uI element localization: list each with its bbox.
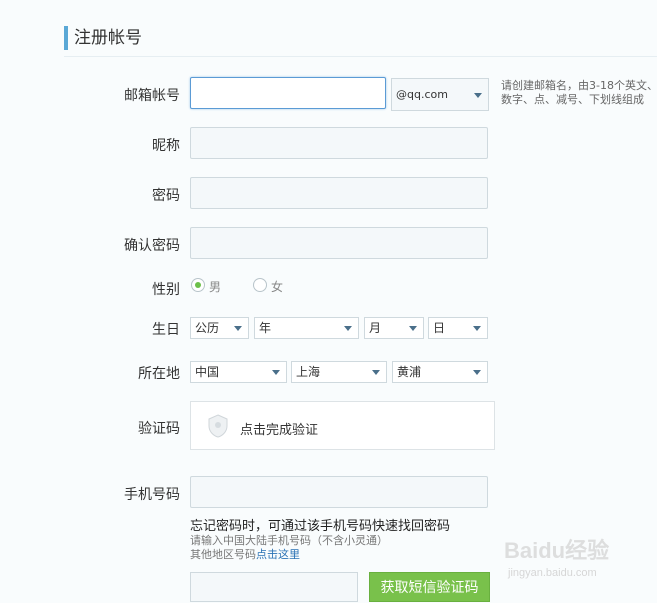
country-value: 中国: [195, 365, 220, 379]
page-title: 注册帐号: [64, 26, 142, 50]
day-value: 日: [433, 321, 446, 335]
phone-subhint-line1: 请输入中国大陆手机号码（不含小灵通）: [190, 534, 388, 547]
country-select[interactable]: 中国: [190, 361, 287, 383]
calendar-select[interactable]: 公历: [190, 317, 249, 339]
nickname-input[interactable]: [190, 127, 488, 159]
chevron-down-icon: [473, 326, 481, 331]
watermark-logo-text: Baidu经验: [504, 538, 609, 563]
phone-subhint-prefix: 其他地区号码: [190, 548, 256, 561]
captcha-box[interactable]: 点击完成验证: [190, 401, 495, 450]
email-domain-select[interactable]: @qq.com: [391, 78, 489, 111]
chevron-down-icon: [344, 326, 352, 331]
gender-radio-male[interactable]: [191, 278, 205, 292]
captcha-text: 点击完成验证: [240, 423, 319, 438]
baidu-jingyan-watermark: Baidu经验 jingyan.baidu.com: [504, 538, 609, 579]
gender-label: 性别: [152, 282, 180, 298]
other-region-link[interactable]: 点击这里: [256, 548, 300, 561]
email-tip: 请创建邮箱名，由3-18个英文、数字、点、减号、下划线组成: [501, 79, 657, 106]
email-label: 邮箱帐号: [124, 88, 180, 104]
watermark-url-text: jingyan.baidu.com: [507, 567, 597, 579]
phone-input[interactable]: [190, 476, 488, 508]
province-value: 上海: [296, 365, 321, 379]
shield-icon: [208, 414, 228, 438]
chevron-down-icon: [474, 93, 482, 98]
password-input[interactable]: [190, 177, 488, 209]
confirm-password-label: 确认密码: [124, 238, 180, 254]
day-select[interactable]: 日: [428, 317, 488, 339]
chevron-down-icon: [372, 370, 380, 375]
phone-subhint-line2: 其他地区号码点击这里: [190, 548, 388, 562]
chevron-down-icon: [234, 326, 242, 331]
month-value: 月: [369, 321, 382, 335]
month-select[interactable]: 月: [364, 317, 424, 339]
page-title-text: 注册帐号: [74, 28, 142, 48]
gender-female-label[interactable]: 女: [271, 278, 283, 295]
captcha-label: 验证码: [138, 421, 180, 437]
phone-label: 手机号码: [124, 487, 180, 503]
email-input[interactable]: [190, 77, 386, 109]
gender-radio-female[interactable]: [253, 278, 267, 292]
nickname-label: 昵称: [152, 138, 180, 154]
birthday-label: 生日: [152, 322, 180, 338]
location-label: 所在地: [138, 366, 180, 382]
district-select[interactable]: 黄浦: [392, 361, 488, 383]
year-value: 年: [259, 321, 272, 335]
province-select[interactable]: 上海: [291, 361, 387, 383]
phone-hint: 忘记密码时，可通过该手机号码快速找回密码: [190, 519, 451, 534]
confirm-password-input[interactable]: [190, 227, 488, 259]
year-select[interactable]: 年: [254, 317, 359, 339]
chevron-down-icon: [272, 370, 280, 375]
phone-subhint: 请输入中国大陆手机号码（不含小灵通） 其他地区号码点击这里: [190, 534, 388, 562]
chevron-down-icon: [473, 370, 481, 375]
email-domain-value: @qq.com: [396, 88, 448, 101]
gender-male-label[interactable]: 男: [209, 278, 221, 295]
chevron-down-icon: [409, 326, 417, 331]
sms-code-input[interactable]: [190, 572, 358, 602]
header-divider: [64, 56, 657, 57]
district-value: 黄浦: [397, 365, 422, 379]
password-label: 密码: [152, 188, 180, 204]
get-sms-code-button[interactable]: 获取短信验证码: [369, 572, 490, 602]
calendar-value: 公历: [195, 321, 220, 335]
